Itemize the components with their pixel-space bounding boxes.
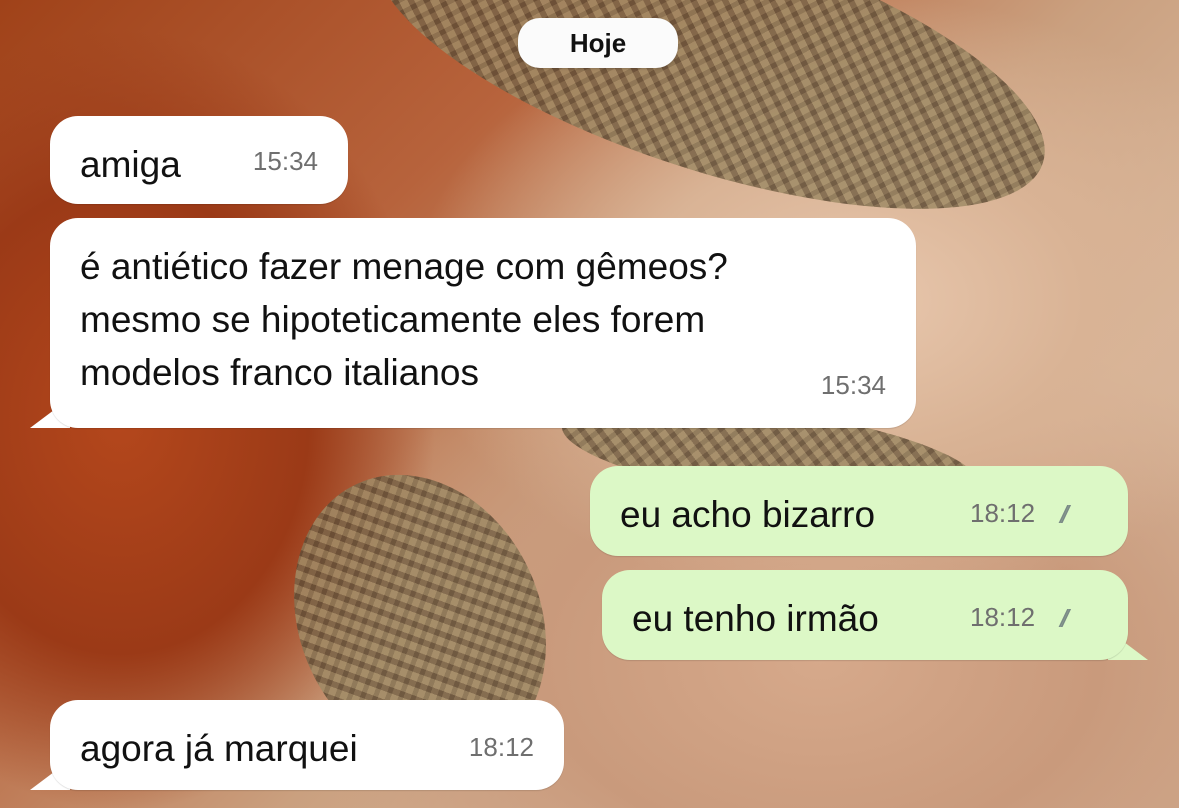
message-bubble-outgoing[interactable]: eu acho bizarro 18:12 // — [590, 466, 1128, 556]
date-label: Hoje — [569, 27, 627, 58]
message-text: eu acho bizarro — [620, 494, 876, 535]
message-text: amiga — [80, 144, 181, 185]
date-separator: Hoje — [518, 18, 678, 68]
message-time: 15:34 — [820, 370, 886, 400]
message-time: 18:12 — [970, 602, 1036, 632]
message-time: 18:12 — [970, 498, 1036, 528]
message-bubble-incoming[interactable]: agora já marquei 18:12 — [50, 700, 564, 790]
message-text: eu tenho irmão — [632, 598, 879, 639]
message-bubble-incoming[interactable]: é antiético fazer menage com gêmeos? mes… — [50, 218, 916, 428]
message-bubble-outgoing[interactable]: eu tenho irmão 18:12 // — [602, 570, 1128, 660]
message-time: 15:34 — [252, 146, 318, 176]
message-text: agora já marquei — [80, 728, 358, 769]
message-text: é antiético fazer menage com gêmeos? mes… — [80, 246, 728, 393]
message-bubble-incoming[interactable]: amiga 15:34 — [50, 116, 348, 204]
message-time: 18:12 — [468, 732, 534, 762]
